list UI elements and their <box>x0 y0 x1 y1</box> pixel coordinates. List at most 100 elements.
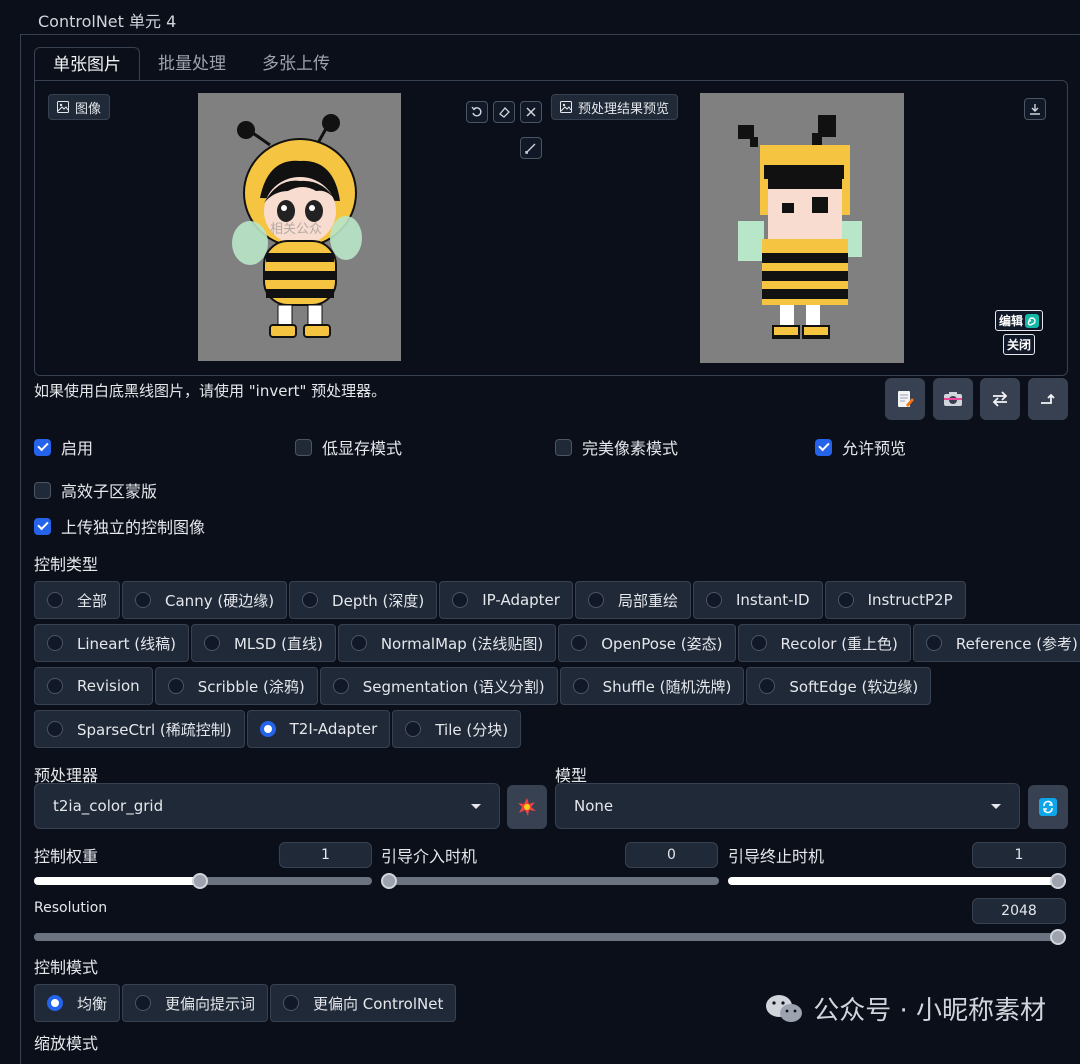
slider-thumb[interactable] <box>191 873 208 889</box>
control-type-option[interactable]: Revision <box>34 667 153 705</box>
radio-dot <box>587 592 604 608</box>
low-vram-checkbox-box[interactable] <box>295 438 312 456</box>
option-label: InstructP2P <box>867 591 953 609</box>
efficient-mask-checkbox-box[interactable] <box>34 481 51 499</box>
enable-checkbox-box[interactable] <box>34 438 51 456</box>
control-type-option[interactable]: Canny (硬边缘) <box>122 581 288 619</box>
low-vram-label: 低显存模式 <box>322 439 403 458</box>
allow-preview-checkbox-box[interactable] <box>815 438 832 456</box>
control-type-option[interactable]: Tile (分块) <box>392 710 522 748</box>
control-type-option[interactable]: MLSD (直线) <box>190 624 336 662</box>
slider-thumb[interactable] <box>1050 873 1066 889</box>
independent-image-checkbox[interactable]: 上传独立的控制图像 <box>34 514 205 538</box>
efficient-mask-checkbox[interactable]: 高效子区蒙版 <box>34 478 157 502</box>
end-slider[interactable] <box>728 873 1066 889</box>
allow-preview-checkbox[interactable]: 允许预览 <box>815 435 906 459</box>
radio-dot <box>283 995 300 1011</box>
radio-dot <box>750 635 767 651</box>
send-dimensions-button[interactable] <box>1028 378 1068 420</box>
control-type-option[interactable]: SparseCtrl (稀疏控制) <box>34 710 245 748</box>
efficient-mask-label: 高效子区蒙版 <box>61 482 158 501</box>
control-type-option[interactable]: Segmentation (语义分割) <box>319 667 558 705</box>
close-edit-button[interactable]: 关闭 <box>1003 334 1036 355</box>
radio-dot <box>203 635 220 651</box>
control-type-option[interactable]: OpenPose (姿态) <box>558 624 736 662</box>
end-input[interactable]: 1 <box>972 842 1066 868</box>
resolution-slider[interactable] <box>34 929 1066 945</box>
weight-input[interactable]: 1 <box>279 842 372 868</box>
run-preprocessor-button[interactable] <box>507 785 547 829</box>
edit-button[interactable]: 编辑 <box>995 310 1044 331</box>
tab-batch[interactable]: 批量处理 <box>140 47 244 81</box>
control-type-option[interactable]: InstructP2P <box>824 581 966 619</box>
mirror-webcam-button[interactable] <box>980 378 1020 420</box>
control-type-option[interactable]: SoftEdge (软边缘) <box>746 667 932 705</box>
radio-dot <box>47 721 63 737</box>
preprocessor-select[interactable]: t2ia_color_grid <box>34 783 500 829</box>
undo-button[interactable] <box>466 101 488 123</box>
radio-dot <box>135 592 152 608</box>
enable-checkbox[interactable]: 启用 <box>34 435 93 459</box>
control-type-option[interactable]: Instant-ID <box>692 581 823 619</box>
tab-multi-upload[interactable]: 多张上传 <box>244 47 348 81</box>
tab-single-image[interactable]: 单张图片 <box>34 47 140 81</box>
model-value: None <box>574 797 614 815</box>
control-mode-option-selected[interactable]: 均衡 <box>34 984 121 1022</box>
pixel-perfect-checkbox-box[interactable] <box>555 438 572 456</box>
option-label: Tile (分块) <box>435 720 509 739</box>
slider-thumb[interactable] <box>1050 929 1066 945</box>
control-type-option[interactable]: Shuffle (随机洗牌) <box>559 667 745 705</box>
radio-dot <box>759 678 776 694</box>
slider-thumb[interactable] <box>381 873 397 889</box>
independent-image-checkbox-box[interactable] <box>34 517 51 535</box>
independent-image-label: 上传独立的控制图像 <box>61 518 206 537</box>
start-input[interactable]: 0 <box>625 842 718 868</box>
control-type-option[interactable]: IP-Adapter <box>439 581 573 619</box>
control-type-option[interactable]: Scribble (涂鸦) <box>154 667 318 705</box>
brush-button[interactable] <box>520 137 542 159</box>
pixel-perfect-label: 完美像素模式 <box>582 439 679 458</box>
start-label: 引导介入时机 <box>381 847 478 866</box>
refresh-icon <box>1039 798 1057 816</box>
eraser-button[interactable] <box>493 101 515 123</box>
control-type-option[interactable]: 全部 <box>34 581 121 619</box>
close-edit-label: 关闭 <box>1007 338 1032 352</box>
control-mode-option[interactable]: 更偏向 ControlNet <box>270 984 457 1022</box>
create-canvas-button[interactable] <box>885 378 925 420</box>
download-icon <box>1030 104 1040 115</box>
low-vram-checkbox[interactable]: 低显存模式 <box>295 435 402 459</box>
webcam-button[interactable] <box>933 378 973 420</box>
weight-slider[interactable] <box>34 873 372 889</box>
option-label: Recolor (重上色) <box>780 634 898 653</box>
option-label: Segmentation (语义分割) <box>362 677 545 696</box>
control-type-option[interactable]: Reference (参考) <box>912 624 1080 662</box>
start-slider[interactable] <box>381 873 719 889</box>
radio-dot-selected <box>47 995 63 1011</box>
control-type-option[interactable]: Depth (深度) <box>289 581 438 619</box>
radio-dot <box>135 995 152 1011</box>
undo-icon <box>471 106 482 117</box>
model-select[interactable]: None <box>555 783 1020 829</box>
radio-dot <box>47 592 63 608</box>
clear-button[interactable] <box>520 101 542 123</box>
preview-label: 预处理结果预览 <box>551 94 679 120</box>
pixel-perfect-checkbox[interactable]: 完美像素模式 <box>555 435 678 459</box>
image-icon <box>560 101 572 113</box>
radio-dot <box>572 678 589 694</box>
control-type-option[interactable]: Lineart (线稿) <box>34 624 189 662</box>
camera-icon <box>944 392 962 406</box>
chevron-down-icon <box>471 803 481 809</box>
control-type-option[interactable]: NormalMap (法线贴图) <box>337 624 557 662</box>
control-mode-option[interactable]: 更偏向提示词 <box>122 984 269 1022</box>
download-button[interactable] <box>1024 98 1046 120</box>
input-image[interactable]: 相关公众 <box>198 93 401 361</box>
radio-dot <box>837 592 854 608</box>
control-type-option[interactable]: Recolor (重上色) <box>737 624 911 662</box>
refresh-models-button[interactable] <box>1028 785 1068 829</box>
slider-fill <box>728 877 1066 885</box>
control-type-option[interactable]: 局部重绘 <box>574 581 691 619</box>
watermark-text: 公众号 · 小昵称素材 <box>813 996 1046 1026</box>
option-label: SparseCtrl (稀疏控制) <box>77 720 232 739</box>
control-type-option-selected[interactable]: T2I-Adapter <box>246 710 391 748</box>
resolution-input[interactable]: 2048 <box>972 898 1066 924</box>
